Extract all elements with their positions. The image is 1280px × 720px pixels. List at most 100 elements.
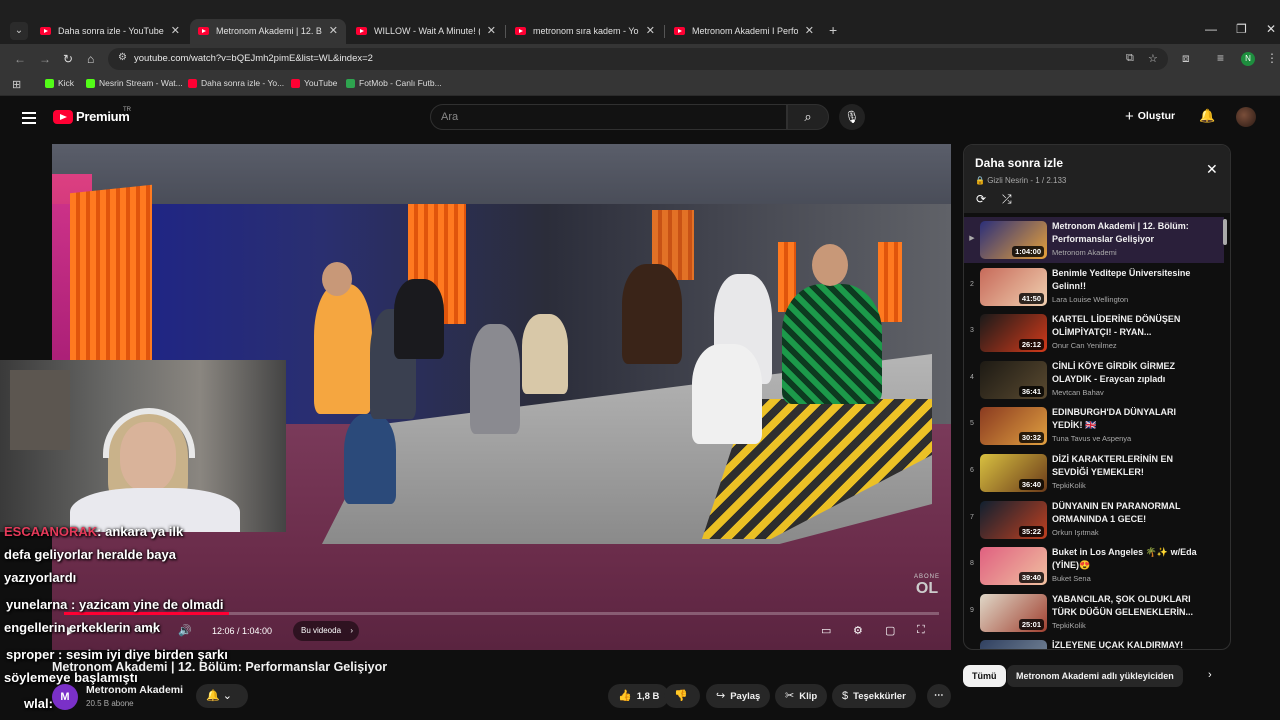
like-button[interactable]: 👍 1,8 B — [608, 684, 670, 708]
playlist-item[interactable]: ▶ 1:04:00 Metronom Akademi | 12. Bölüm: Pe… — [964, 217, 1224, 263]
bookmark-star-icon[interactable]: ☆ — [1148, 52, 1158, 65]
browser-tab-metronom-search[interactable]: metronom sıra kadem - YouTu ✕ — [507, 19, 663, 44]
playlist-title[interactable]: Daha sonra izle — [975, 156, 1063, 170]
playlist-item-thumbnail[interactable]: 41:50 — [980, 267, 1047, 306]
playlist-item-thumbnail[interactable]: 39:40 — [980, 547, 1047, 586]
playlist-item-title[interactable]: Benimle Yeditepe Üniversitesine Gelinn!! — [1052, 267, 1202, 293]
search-input[interactable]: Ara — [430, 104, 787, 130]
home-icon[interactable]: ⌂ — [87, 52, 94, 66]
in-video-button[interactable]: Bu videoda › — [293, 621, 360, 641]
address-bar[interactable]: ⚙ youtube.com/watch?v=bQEJmh2pimE&list=W… — [108, 48, 1168, 70]
back-icon[interactable]: ← — [14, 52, 26, 66]
chip-from-uploader[interactable]: Metronom Akademi adlı yükleyiciden — [1007, 665, 1183, 687]
playlist-item-title[interactable]: İZLEYENE UÇAK KALDIRMAY! — [1052, 639, 1202, 649]
playlist-item[interactable]: 6 36:40 DİZİ KARAKTERLERİNİN EN SEVDİĞİ YE… — [964, 450, 1224, 496]
playlist-item-thumbnail[interactable]: 36:41 — [980, 360, 1047, 399]
channel-avatar[interactable]: M — [52, 684, 78, 710]
browser-tab-willow[interactable]: WILLOW - Wait A Minute! (Lyric ✕ — [348, 19, 504, 44]
shuffle-icon[interactable]: ⤮ — [1002, 192, 1012, 207]
extensions-icon[interactable]: ⧈ — [1182, 51, 1190, 66]
new-tab-icon[interactable]: + — [829, 22, 837, 38]
chevron-right-icon[interactable]: › — [1208, 669, 1212, 681]
streamer-webcam — [0, 360, 286, 532]
browser-menu-icon[interactable]: ⋮ — [1266, 51, 1278, 65]
thanks-button[interactable]: $ Teşekkürler — [832, 684, 916, 708]
reload-icon[interactable]: ↻ — [63, 52, 73, 66]
minimize-icon[interactable]: — — [1205, 22, 1217, 36]
playlist-item-title[interactable]: DÜNYANIN EN PARANORMAL ORMANINDA 1 GECE! — [1052, 500, 1202, 526]
clip-button[interactable]: ✂ Klip — [775, 684, 828, 708]
share-button[interactable]: ↪ Paylaş — [706, 684, 771, 708]
playlist-item[interactable]: 8 39:40 Buket in Los Angeles 🌴✨ w/Eda (YİN… — [964, 543, 1224, 589]
playlist-item-thumbnail[interactable] — [980, 640, 1047, 649]
playlist-item-title[interactable]: EDINBURGH'DA DÜNYALARI YEDİK! 🇬🇧 — [1052, 406, 1202, 432]
tab-close-icon[interactable]: ✕ — [646, 19, 655, 44]
tab-close-icon[interactable]: ✕ — [171, 19, 180, 44]
channel-name[interactable]: Metronom Akademi — [86, 684, 183, 696]
playlist-item-thumbnail[interactable]: 36:40 — [980, 454, 1047, 492]
playlist-item-thumbnail[interactable]: 26:12 — [980, 314, 1047, 353]
search-button[interactable]: ⌕ — [787, 104, 829, 130]
subscription-bell-button[interactable]: 🔔 ⌄ — [196, 684, 248, 708]
forward-icon[interactable]: → — [39, 52, 51, 66]
playlist-item-thumbnail[interactable]: 25:01 — [980, 593, 1047, 632]
playlist-item-thumbnail[interactable]: 30:32 — [980, 407, 1047, 446]
subtitles-icon[interactable]: ▭ — [821, 624, 831, 637]
playlist-item[interactable]: 9 25:01 YABANCILAR, ŞOK OLDUKLARI TÜRK DÜĞ… — [964, 590, 1224, 636]
playlist-item[interactable]: 5 30:32 EDINBURGH'DA DÜNYALARI YEDİK! 🇬🇧 Tu… — [964, 403, 1224, 449]
playlist-item-title[interactable]: Metronom Akademi | 12. Bölüm: Performans… — [1052, 220, 1202, 246]
playlist-item[interactable]: 7 35:22 DÜNYANIN EN PARANORMAL ORMANINDA 1… — [964, 497, 1224, 543]
maximize-icon[interactable]: ❐ — [1236, 22, 1247, 36]
playlist-item[interactable]: 2 41:50 Benimle Yeditepe Üniversitesine Ge… — [964, 264, 1224, 310]
playlist-item-title[interactable]: DİZİ KARAKTERLERİNİN EN SEVDİĞİ YEMEKLER… — [1052, 453, 1202, 479]
playlist-item[interactable]: 4 36:41 CİNLİ KÖYE GİRDİK GİRMEZ OLAYDIK -… — [964, 357, 1224, 403]
account-avatar[interactable] — [1236, 107, 1256, 127]
close-icon[interactable]: ✕ — [1206, 161, 1218, 178]
browser-tab-metronom-performance[interactable]: Metronom Akademi I Performa ✕ — [666, 19, 822, 44]
bookmark-item[interactable]: Daha sonra izle - Yo... — [188, 78, 284, 88]
apps-grid-icon[interactable]: ⊞ — [12, 78, 21, 91]
install-app-icon[interactable]: ⧉ — [1126, 52, 1134, 65]
notifications-bell-icon[interactable]: 🔔 — [1199, 108, 1215, 124]
tab-close-icon[interactable]: ✕ — [805, 19, 814, 44]
youtube-brand[interactable]: Premium — [76, 109, 130, 124]
playlist-item-title[interactable]: CİNLİ KÖYE GİRDİK GİRMEZ OLAYDIK - Erayc… — [1052, 360, 1202, 386]
close-window-icon[interactable]: ✕ — [1266, 22, 1276, 36]
playlist-item-title[interactable]: YABANCILAR, ŞOK OLDUKLARI TÜRK DÜĞÜN GEL… — [1052, 593, 1202, 619]
bookmark-item[interactable]: YouTube — [291, 78, 337, 88]
playlist-item[interactable]: 3 26:12 KARTEL LİDERİNE DÖNÜŞEN OLİMPİYATÇ… — [964, 310, 1224, 356]
settings-gear-icon[interactable]: ⚙ — [853, 624, 863, 637]
playlist-scrollbar[interactable] — [1223, 219, 1227, 245]
site-info-icon[interactable]: ⚙ — [118, 52, 127, 63]
fullscreen-icon[interactable]: ⛶ — [917, 624, 925, 637]
browser-tab-active[interactable]: Metronom Akademi | 12. Bölüm ✕ — [190, 19, 346, 44]
media-controls-icon[interactable]: ≡ — [1217, 51, 1224, 65]
video-progress-bar[interactable] — [64, 612, 939, 615]
playlist-item[interactable]: 10İZLEYENE UÇAK KALDIRMAY! — [964, 636, 1224, 649]
playlist-item-title[interactable]: KARTEL LİDERİNE DÖNÜŞEN OLİMPİYATÇI! - R… — [1052, 313, 1202, 339]
dislike-button[interactable]: 👎 — [664, 684, 700, 708]
chip-all[interactable]: Tümü — [963, 665, 1006, 687]
playlist-item-thumbnail[interactable]: 35:22 — [980, 500, 1047, 539]
playlist-item-thumbnail[interactable]: 1:04:00 — [980, 221, 1047, 259]
browser-profile-avatar[interactable]: N — [1241, 52, 1255, 66]
menu-icon[interactable] — [22, 112, 36, 127]
bookmark-item[interactable]: FotMob - Canlı Futb... — [346, 78, 442, 88]
bookmark-item[interactable]: Nesrin Stream - Wat... — [86, 78, 183, 88]
browser-tab-watch-later[interactable]: Daha sonra izle - YouTube ✕ — [32, 19, 188, 44]
playlist-item-title[interactable]: Buket in Los Angeles 🌴✨ w/Eda (YİNE)😍 — [1052, 546, 1202, 572]
bookmark-label: YouTube — [304, 78, 338, 88]
subscribe-watermark[interactable]: ABONE OL — [914, 574, 940, 598]
bookmark-item[interactable]: Kick — [45, 78, 74, 88]
tab-search-icon[interactable]: ⌄ — [10, 22, 28, 40]
voice-search-button[interactable]: 🎙 — [839, 104, 865, 130]
create-button[interactable]: + Oluştur — [1125, 108, 1175, 125]
more-actions-button[interactable]: ⋯ — [927, 684, 951, 708]
chevron-down-icon: ⌄ — [222, 690, 232, 702]
youtube-logo-icon[interactable] — [53, 110, 73, 124]
loop-icon[interactable]: ⟳ — [976, 192, 986, 206]
volume-icon[interactable]: 🔊 — [178, 624, 192, 637]
tab-close-icon[interactable]: ✕ — [487, 19, 496, 44]
tab-close-icon[interactable]: ✕ — [329, 19, 338, 44]
theater-mode-icon[interactable]: ▢ — [885, 624, 895, 637]
